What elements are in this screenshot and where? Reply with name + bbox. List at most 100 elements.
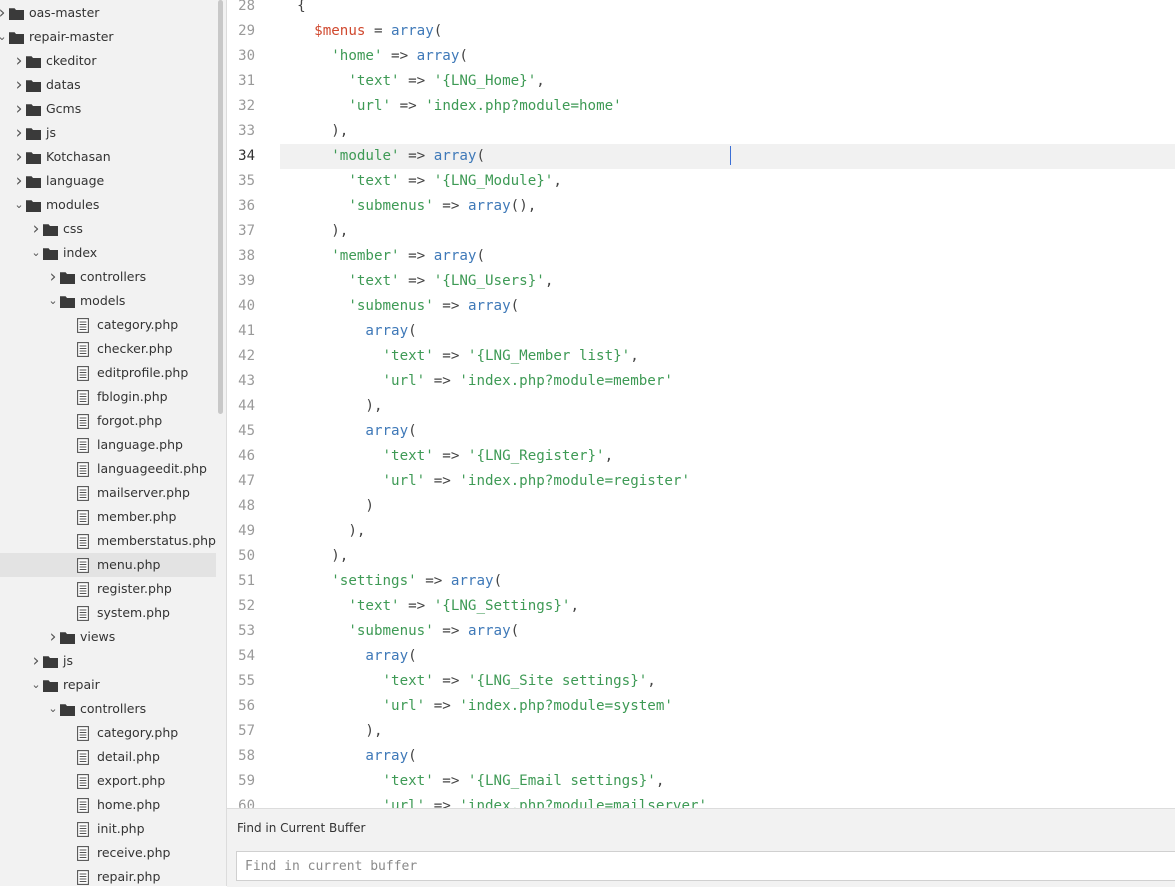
chevron-down-icon[interactable]: ⌄	[47, 697, 59, 721]
find-input[interactable]	[236, 851, 1175, 881]
code-line[interactable]: 'url' => 'index.php?module=home'	[280, 94, 1175, 119]
code-line[interactable]: ),	[280, 394, 1175, 419]
code-editor[interactable]: 28 29 30 31 32 33 34 35 36 37 38 39 40 41 42 43 44 45 46 47…	[227, 0, 1175, 808]
tree-file[interactable]: category.php	[0, 313, 216, 337]
tree-folder[interactable]: ⌄ repair-master	[0, 25, 216, 49]
code-line[interactable]: ),	[280, 719, 1175, 744]
tree-folder[interactable]: › js	[0, 649, 216, 673]
chevron-down-icon[interactable]: ⌄	[0, 25, 8, 49]
tree-file[interactable]: languageedit.php	[0, 457, 216, 481]
tree-folder[interactable]: › ckeditor	[0, 49, 216, 73]
chevron-down-icon[interactable]: ⌄	[30, 241, 42, 265]
sidebar-scrollbar[interactable]	[218, 0, 223, 414]
tree-file[interactable]: memberstatus.php	[0, 529, 216, 553]
code-line[interactable]: 'text' => '{LNG_Home}',	[280, 69, 1175, 94]
string-token: 'url'	[382, 798, 426, 808]
code-line[interactable]: 'text' => '{LNG_Settings}',	[280, 594, 1175, 619]
code-line[interactable]: 'module' => array(	[280, 144, 1175, 169]
chevron-right-icon[interactable]: ›	[13, 145, 25, 169]
code-line[interactable]: 'home' => array(	[280, 44, 1175, 69]
code-line[interactable]: 'submenus' => array(	[280, 294, 1175, 319]
tree-folder[interactable]: › controllers	[0, 265, 216, 289]
code-line[interactable]: 'settings' => array(	[280, 569, 1175, 594]
chevron-right-icon[interactable]: ›	[13, 73, 25, 97]
tree-file[interactable]: editprofile.php	[0, 361, 216, 385]
folder-icon	[43, 247, 58, 263]
line-number: 33	[238, 123, 255, 139]
tree-file[interactable]: receive.php	[0, 841, 216, 865]
code-line[interactable]: 'member' => array(	[280, 244, 1175, 269]
tree-folder[interactable]: ⌄ modules	[0, 193, 216, 217]
plain-token: =>	[416, 573, 451, 589]
chevron-right-icon[interactable]: ›	[0, 1, 8, 25]
tree-file[interactable]: category.php	[0, 721, 216, 745]
code-line[interactable]: 'url' => 'index.php?module=register'	[280, 469, 1175, 494]
tree-file[interactable]: export.php	[0, 769, 216, 793]
chevron-right-icon[interactable]: ›	[13, 97, 25, 121]
chevron-down-icon[interactable]: ⌄	[13, 193, 25, 217]
code-line[interactable]: 'text' => '{LNG_Site settings}',	[280, 669, 1175, 694]
chevron-right-icon[interactable]: ›	[30, 649, 42, 673]
code-line[interactable]: array(	[280, 319, 1175, 344]
code-line[interactable]: ),	[280, 119, 1175, 144]
tree-file[interactable]: detail.php	[0, 745, 216, 769]
chevron-right-icon[interactable]: ›	[47, 265, 59, 289]
tree-file[interactable]: home.php	[0, 793, 216, 817]
tree-file[interactable]: forgot.php	[0, 409, 216, 433]
code-line[interactable]: 'text' => '{LNG_Users}',	[280, 269, 1175, 294]
tree-folder[interactable]: › oas-master	[0, 1, 216, 25]
code-line[interactable]: 'text' => '{LNG_Register}',	[280, 444, 1175, 469]
code-line[interactable]: 'text' => '{LNG_Module}',	[280, 169, 1175, 194]
chevron-down-icon[interactable]: ⌄	[47, 289, 59, 313]
tree-file[interactable]: fblogin.php	[0, 385, 216, 409]
tree-item-label: category.php	[97, 725, 179, 740]
tree-file[interactable]: init.php	[0, 817, 216, 841]
code-line[interactable]: array(	[280, 419, 1175, 444]
tree-file[interactable]: system.php	[0, 601, 216, 625]
code-line[interactable]: 'url' => 'index.php?module=member'	[280, 369, 1175, 394]
code-line[interactable]: 'submenus' => array(	[280, 619, 1175, 644]
tree-file[interactable]: language.php	[0, 433, 216, 457]
tree-folder[interactable]: ⌄ index	[0, 241, 216, 265]
code-line[interactable]: ),	[280, 544, 1175, 569]
code-line[interactable]: 'url' => 'index.php?module=mailserver'	[280, 794, 1175, 808]
chevron-right-icon[interactable]: ›	[47, 625, 59, 649]
code-line[interactable]: 'url' => 'index.php?module=system'	[280, 694, 1175, 719]
tree-file[interactable]: menu.php	[0, 553, 216, 577]
code-line[interactable]: 'text' => '{LNG_Member list}',	[280, 344, 1175, 369]
chevron-right-icon[interactable]: ›	[13, 169, 25, 193]
code-line[interactable]: ),	[280, 219, 1175, 244]
tree-file[interactable]: repair.php	[0, 865, 216, 886]
tree-file[interactable]: mailserver.php	[0, 481, 216, 505]
tree-file[interactable]: member.php	[0, 505, 216, 529]
string-token: 'url'	[382, 373, 426, 389]
code-line[interactable]: array(	[280, 644, 1175, 669]
code-line[interactable]: )	[280, 494, 1175, 519]
tree-folder[interactable]: ⌄ controllers	[0, 697, 216, 721]
chevron-down-icon[interactable]: ⌄	[30, 673, 42, 697]
code-line[interactable]: 'submenus' => array(),	[280, 194, 1175, 219]
tree-folder[interactable]: › Kotchasan	[0, 145, 216, 169]
code-line[interactable]: array(	[280, 744, 1175, 769]
tree-folder[interactable]: ⌄ models	[0, 289, 216, 313]
chevron-right-icon[interactable]: ›	[30, 217, 42, 241]
tree-folder[interactable]: › views	[0, 625, 216, 649]
tree-folder[interactable]: › language	[0, 169, 216, 193]
tree-folder[interactable]: › css	[0, 217, 216, 241]
code-line[interactable]: 'text' => '{LNG_Email settings}',	[280, 769, 1175, 794]
code-line[interactable]: $menus = array(	[280, 19, 1175, 44]
tree-folder[interactable]: ⌄ repair	[0, 673, 216, 697]
code-line[interactable]: {	[280, 0, 1175, 19]
code-line[interactable]: ),	[280, 519, 1175, 544]
tree-folder[interactable]: › js	[0, 121, 216, 145]
tree-file[interactable]: register.php	[0, 577, 216, 601]
folder-icon	[9, 7, 24, 23]
chevron-right-icon[interactable]: ›	[13, 121, 25, 145]
code-area[interactable]: { $menus = array( 'home' => array( 'text…	[280, 0, 1175, 808]
tree-folder[interactable]: › datas	[0, 73, 216, 97]
tree-item-label: category.php	[97, 317, 179, 332]
tree-folder[interactable]: › Gcms	[0, 97, 216, 121]
tree-file[interactable]: checker.php	[0, 337, 216, 361]
chevron-right-icon[interactable]: ›	[13, 49, 25, 73]
